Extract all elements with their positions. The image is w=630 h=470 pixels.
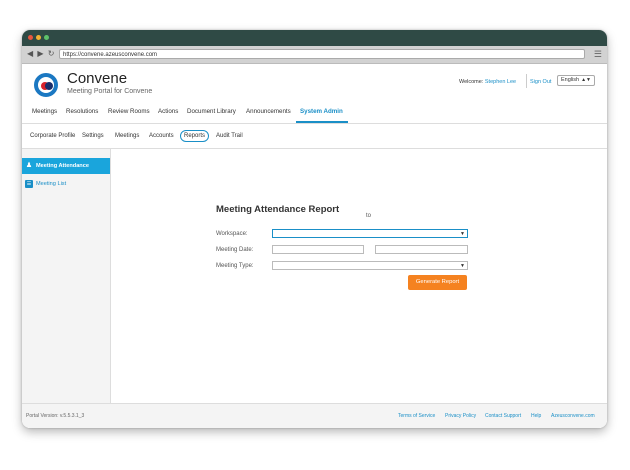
meeting-date-label: Meeting Date: — [216, 247, 254, 253]
sidebar-item-label: Meeting List — [36, 181, 67, 187]
header-divider — [526, 74, 527, 88]
user-name-link[interactable]: Stephen Lee — [485, 79, 516, 85]
tab-corporate-profile[interactable]: Corporate Profile — [30, 132, 75, 140]
minimize-window-button[interactable] — [36, 35, 41, 40]
sidebar-item-meeting-attendance[interactable]: ♟ Meeting Attendance — [22, 158, 110, 174]
footer-link-privacy[interactable]: Privacy Policy — [445, 413, 476, 420]
nav-resolutions[interactable]: Resolutions — [66, 108, 98, 116]
nav-review-rooms[interactable]: Review Rooms — [108, 108, 150, 116]
app-page: Convene Meeting Portal for Convene Welco… — [22, 64, 607, 428]
nav-actions[interactable]: Actions — [158, 108, 178, 116]
date-to-input[interactable] — [375, 245, 468, 254]
chevron-updown-icon: ▲▼ — [581, 77, 591, 83]
nav-meetings[interactable]: Meetings — [32, 108, 57, 116]
generate-report-button[interactable]: Generate Report — [408, 275, 467, 290]
chevron-down-icon: ▼ — [460, 231, 465, 237]
browser-menu-icon[interactable]: ☰ — [594, 48, 602, 60]
footer-link-terms[interactable]: Terms of Service — [398, 413, 435, 420]
welcome-label: Welcome: — [459, 79, 484, 85]
chevron-down-icon: ▼ — [460, 263, 465, 269]
language-select[interactable]: English ▲▼ — [557, 75, 595, 86]
convene-logo-icon — [34, 73, 58, 97]
browser-window: ◀ ▶ ↻ https://convene.azeusconvene.com ☰… — [22, 30, 607, 428]
tab-reports[interactable]: Reports — [180, 130, 210, 142]
address-bar: ◀ ▶ ↻ https://convene.azeusconvene.com ☰ — [22, 46, 607, 64]
main-nav: Meetings Resolutions Review Rooms Action… — [22, 103, 607, 124]
maximize-window-button[interactable] — [44, 35, 49, 40]
nav-announcements[interactable]: Announcements — [246, 108, 291, 116]
footer-link-help[interactable]: Help — [531, 413, 541, 420]
nav-system-admin[interactable]: System Admin — [300, 108, 343, 116]
workspace-label: Workspace: — [216, 231, 248, 237]
close-window-button[interactable] — [28, 35, 33, 40]
user-icon: ♟ — [25, 162, 33, 169]
sidebar-item-meeting-list[interactable]: ☰ Meeting List — [22, 176, 110, 192]
footer-link-azeusconvene[interactable]: Azeusconvene.com — [551, 413, 595, 420]
list-icon: ☰ — [25, 180, 33, 188]
footer: Portal Version: v.5.5.3.1_3 Terms of Ser… — [22, 403, 607, 428]
meeting-type-select[interactable]: ▼ — [272, 261, 468, 270]
footer-link-contact[interactable]: Contact Support — [485, 413, 521, 420]
welcome-text: Welcome: Stephen Lee — [459, 78, 516, 86]
brand-name: Convene — [67, 70, 128, 87]
sign-out-link[interactable]: Sign Out — [530, 78, 551, 86]
tab-accounts[interactable]: Accounts — [149, 132, 174, 140]
workspace-select[interactable]: ▼ — [272, 229, 468, 238]
active-nav-indicator — [296, 121, 348, 123]
sub-nav: Corporate Profile Settings Meetings Acco… — [22, 124, 607, 149]
tab-settings[interactable]: Settings — [82, 132, 104, 140]
tab-meetings[interactable]: Meetings — [115, 132, 139, 140]
sidebar-item-label: Meeting Attendance — [36, 163, 89, 169]
browser-nav-icons[interactable]: ◀ ▶ ↻ — [27, 48, 55, 60]
url-field[interactable]: https://convene.azeusconvene.com — [59, 49, 585, 59]
language-value: English — [561, 77, 580, 83]
sidebar: ♟ Meeting Attendance ☰ Meeting List — [22, 149, 111, 403]
browser-titlebar — [22, 30, 607, 46]
portal-version: Portal Version: v.5.5.3.1_3 — [26, 413, 85, 419]
to-label: to — [366, 213, 372, 219]
tab-audit-trail[interactable]: Audit Trail — [216, 132, 243, 140]
date-from-input[interactable] — [272, 245, 364, 254]
nav-document-library[interactable]: Document Library — [187, 108, 236, 116]
meeting-type-label: Meeting Type: — [216, 263, 254, 269]
report-title: Meeting Attendance Report — [216, 204, 340, 215]
brand-tagline: Meeting Portal for Convene — [67, 88, 153, 95]
